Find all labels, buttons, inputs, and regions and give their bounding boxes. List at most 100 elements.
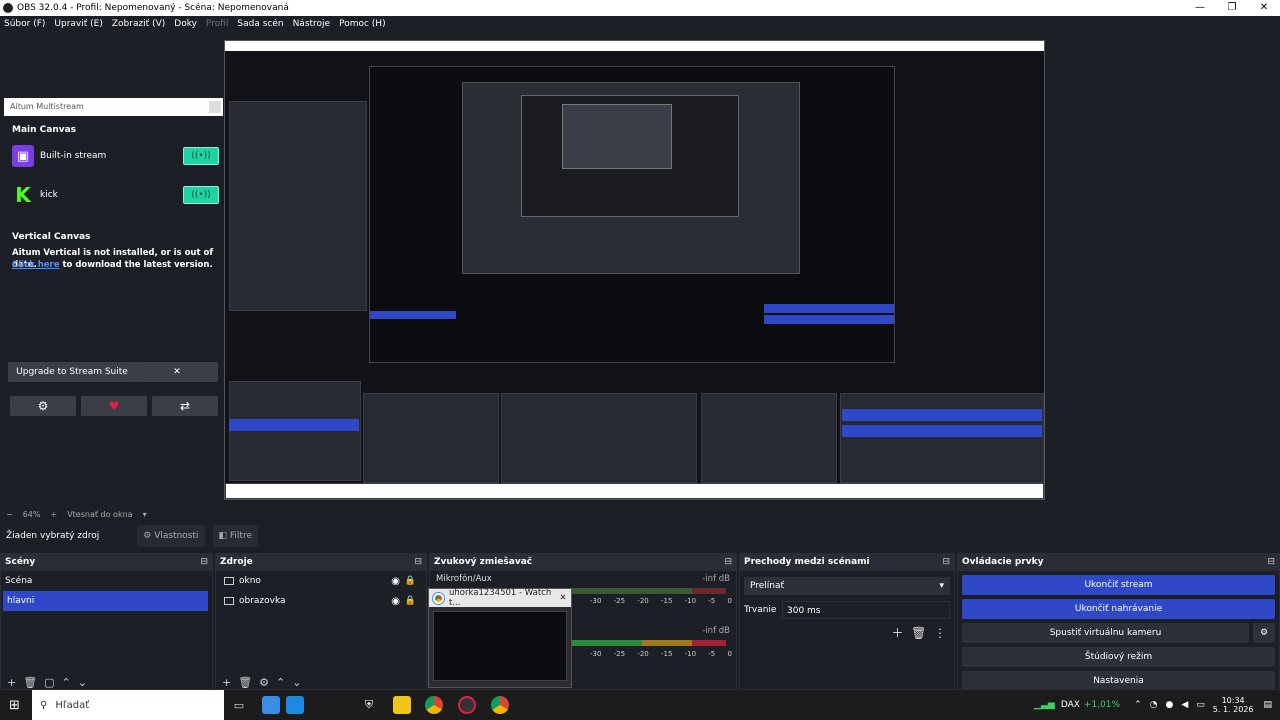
- zoom-percent: 64%: [22, 509, 41, 519]
- popup-thumbnail[interactable]: [433, 611, 567, 681]
- scene-item-selected[interactable]: hlavni: [3, 591, 208, 611]
- zoom-out-button[interactable]: −: [6, 510, 13, 519]
- sources-toolbar[interactable]: + 🗑 ⚙ ⌃ ⌄: [222, 676, 301, 689]
- folder-icon[interactable]: [393, 696, 411, 714]
- task-view-icon[interactable]: ▭: [230, 696, 248, 714]
- popup-close-button[interactable]: ✕: [555, 593, 571, 603]
- mixer-channel-name: Mikrofón/Aux: [436, 574, 492, 584]
- heart-icon[interactable]: ♥: [81, 396, 147, 416]
- menu-tools[interactable]: Nástroje: [293, 19, 331, 29]
- nested-preview-4: [521, 95, 739, 217]
- stream-name: Built-in stream: [40, 151, 107, 161]
- menu-file[interactable]: Súbor (F): [4, 19, 45, 29]
- transition-type-select[interactable]: Prelínať ▾: [744, 577, 950, 595]
- menu-docks[interactable]: Doky: [174, 19, 197, 29]
- menu-bar: Súbor (F) Upraviť (E) Zobraziť (V) Doky …: [0, 16, 1280, 32]
- menu-view[interactable]: Zobraziť (V): [112, 19, 165, 29]
- controls-dock-header: Ovládacie prvky ⊟: [958, 554, 1279, 571]
- dock-menu-icon[interactable]: ⊟: [200, 554, 208, 571]
- system-tray: ▁▃▅ DAX +1,01% ⌃ ◔ ● ◀ ▭ 10:34 5. 1. 2026…: [1034, 690, 1280, 720]
- settings-gear-icon[interactable]: ⚙: [10, 396, 76, 416]
- visibility-eye-icon[interactable]: ◉: [391, 576, 400, 587]
- source-item[interactable]: okno ◉ 🔒: [216, 571, 426, 591]
- taskbar-search[interactable]: ⚲ Hľadať: [32, 690, 224, 720]
- stream-name: kick: [40, 190, 58, 200]
- dock-menu-icon[interactable]: ⊟: [1267, 554, 1275, 571]
- window-title-bar: OBS 32.0.4 - Profil: Nepomenovaný - Scén…: [0, 0, 1280, 16]
- display-capture-icon: [224, 597, 234, 605]
- scenes-toolbar[interactable]: + 🗑 ▢ ⌃ ⌄: [7, 676, 87, 689]
- twitch-icon: ▣: [12, 145, 34, 167]
- menu-edit[interactable]: Upraviť (E): [54, 19, 102, 29]
- file-explorer-icon[interactable]: [262, 696, 280, 714]
- transitions-dock-header: Prechody medzi scénami ⊟: [740, 554, 954, 571]
- fit-to-window-button[interactable]: Vtesnať do okna: [67, 510, 132, 519]
- main-canvas-title: Main Canvas: [12, 125, 77, 135]
- dismiss-upgrade-button[interactable]: ✕: [136, 362, 218, 382]
- dock-menu-icon[interactable]: ⊟: [414, 554, 422, 571]
- lock-icon[interactable]: 🔒: [405, 576, 416, 586]
- scene-item[interactable]: Scéna: [1, 571, 212, 591]
- chrome-icon: [433, 592, 444, 604]
- duration-input[interactable]: 300 ms: [782, 601, 950, 619]
- kick-icon: K: [12, 183, 34, 207]
- restore-button[interactable]: ❐: [1216, 0, 1248, 16]
- settings-button[interactable]: Nastavenia: [962, 671, 1275, 689]
- mixer-ticks-2: -30 -25 -20 -15 -10 -5 0: [590, 650, 732, 658]
- volume-icon[interactable]: ◀: [1181, 700, 1188, 710]
- windows-start-icon[interactable]: ⊞: [9, 698, 20, 713]
- nested-preview-3: [462, 82, 800, 274]
- mixer-dock-header: Zvukový zmiešavač ⊟: [430, 554, 736, 571]
- close-window-button[interactable]: ✕: [1248, 0, 1280, 16]
- battery-icon[interactable]: ▭: [1196, 700, 1205, 710]
- lock-icon[interactable]: 🔒: [405, 596, 416, 606]
- stream-toggle-button[interactable]: ((•)): [183, 147, 219, 165]
- search-placeholder: Hľadať: [55, 699, 90, 711]
- stock-name[interactable]: DAX: [1061, 700, 1080, 710]
- nested-preview-2: [369, 66, 895, 363]
- start-virtual-camera-button[interactable]: Spustiť virtuálnu kameru: [962, 623, 1249, 643]
- aitum-dock-header: Aitum Multistream: [4, 98, 223, 116]
- menu-help[interactable]: Pomoc (H): [339, 19, 386, 29]
- transition-toolbar[interactable]: ＋ 🗑 ⋮: [892, 624, 947, 641]
- mail-icon[interactable]: [286, 696, 304, 714]
- network-icon[interactable]: ◔: [1150, 700, 1158, 710]
- dock-menu-icon[interactable]: ⊟: [724, 554, 732, 571]
- notification-icon[interactable]: ▤: [1263, 700, 1272, 710]
- stock-change[interactable]: +1,01%: [1084, 700, 1120, 710]
- visibility-eye-icon[interactable]: ◉: [391, 596, 400, 607]
- nested-menu-bar: [225, 51, 1044, 61]
- stop-recording-button[interactable]: Ukončiť nahrávanie: [962, 599, 1275, 619]
- chrome-taskbar-icon[interactable]: [425, 696, 443, 714]
- source-item[interactable]: obrazovka ◉ 🔒: [216, 591, 426, 611]
- menu-scene-collection[interactable]: Sada scén: [237, 19, 283, 29]
- properties-button[interactable]: ⚙ Vlastnosti: [137, 525, 205, 547]
- clock[interactable]: 10:34 5. 1. 2026: [1213, 696, 1254, 714]
- virtual-camera-settings-gear-icon[interactable]: ⚙: [1253, 623, 1275, 643]
- tray-chevron-icon[interactable]: ⌃: [1134, 700, 1142, 710]
- filters-button[interactable]: ◧ Filtre: [212, 525, 258, 547]
- chrome-profile-icon[interactable]: [491, 696, 509, 714]
- sources-dock: Zdroje ⊟ okno ◉ 🔒 obrazovka ◉ 🔒 + 🗑 ⚙ ⌃ ⌄: [215, 553, 427, 690]
- taskbar-preview-popup[interactable]: uhorka1234501 - Watch t... ✕: [428, 588, 572, 688]
- zoom-dropdown-icon[interactable]: ▾: [143, 510, 147, 519]
- source-toolbar: Žiaden vybratý zdroj ⚙ Vlastnosti ◧ Filt…: [0, 523, 1280, 549]
- obs-taskbar-icon[interactable]: [458, 696, 476, 714]
- menu-profile[interactable]: Profil: [206, 19, 228, 29]
- dock-menu-icon[interactable]: ⊟: [942, 554, 950, 571]
- aitum-multistream-dock: Aitum Multistream Main Canvas ▣ Built-in…: [4, 98, 223, 420]
- dock-float-button[interactable]: [209, 101, 221, 113]
- transitions-dock: Prechody medzi scénami ⊟ Prelínať ▾ Trvani…: [739, 553, 955, 690]
- download-link[interactable]: Click here: [12, 260, 60, 270]
- microphone-icon[interactable]: ●: [1165, 700, 1173, 710]
- stream-toggle-button[interactable]: ((•)): [183, 186, 219, 204]
- stop-stream-button[interactable]: Ukončiť stream: [962, 575, 1275, 595]
- obs-logo-icon: [3, 3, 13, 13]
- zoom-in-button[interactable]: +: [50, 510, 57, 519]
- shield-icon[interactable]: ⛨: [360, 696, 378, 714]
- upgrade-stream-suite-button[interactable]: Upgrade to Stream Suite: [8, 362, 136, 382]
- minimize-button[interactable]: —: [1184, 0, 1216, 16]
- studio-mode-button[interactable]: Štúdiový režim: [962, 647, 1275, 667]
- sources-dock-header: Zdroje ⊟: [216, 554, 426, 571]
- share-icon[interactable]: ⇄: [152, 396, 218, 416]
